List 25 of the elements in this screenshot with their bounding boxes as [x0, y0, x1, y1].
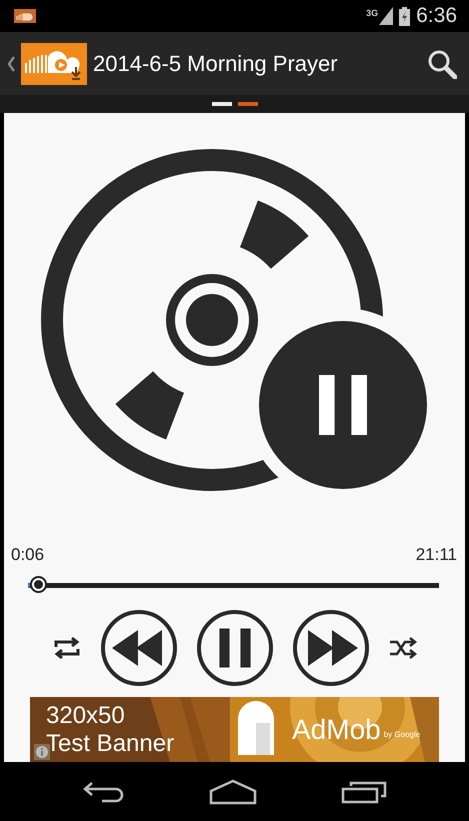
- ad-byline: by Google: [384, 730, 420, 739]
- app-notification-icon: [14, 9, 36, 23]
- pause-icon[interactable]: [259, 321, 427, 489]
- search-icon[interactable]: [427, 48, 457, 78]
- repeat-button[interactable]: [52, 636, 82, 660]
- signal-icon: [379, 7, 394, 25]
- ad-headline: 320x50: [46, 702, 126, 730]
- track-title: 2014-6-5 Morning Prayer: [93, 50, 339, 76]
- clock: 6:36: [416, 4, 457, 28]
- ad-brand: AdMob: [292, 714, 381, 746]
- fast-forward-button[interactable]: [292, 609, 370, 687]
- shuffle-button[interactable]: [388, 636, 418, 660]
- home-icon[interactable]: [209, 778, 258, 804]
- network-type: 3G: [366, 8, 378, 18]
- elapsed-time: 0:06: [11, 545, 44, 565]
- seek-thumb[interactable]: [30, 576, 48, 593]
- total-duration: 21:11: [416, 545, 457, 565]
- rewind-button[interactable]: [100, 609, 178, 687]
- recents-icon[interactable]: [341, 780, 388, 804]
- battery-icon: [399, 6, 410, 26]
- back-icon[interactable]: [82, 780, 126, 804]
- pause-button[interactable]: [196, 609, 274, 687]
- up-caret-icon[interactable]: [8, 56, 15, 72]
- ad-subline: Test Banner: [46, 730, 176, 758]
- app-logo-icon[interactable]: [21, 42, 87, 84]
